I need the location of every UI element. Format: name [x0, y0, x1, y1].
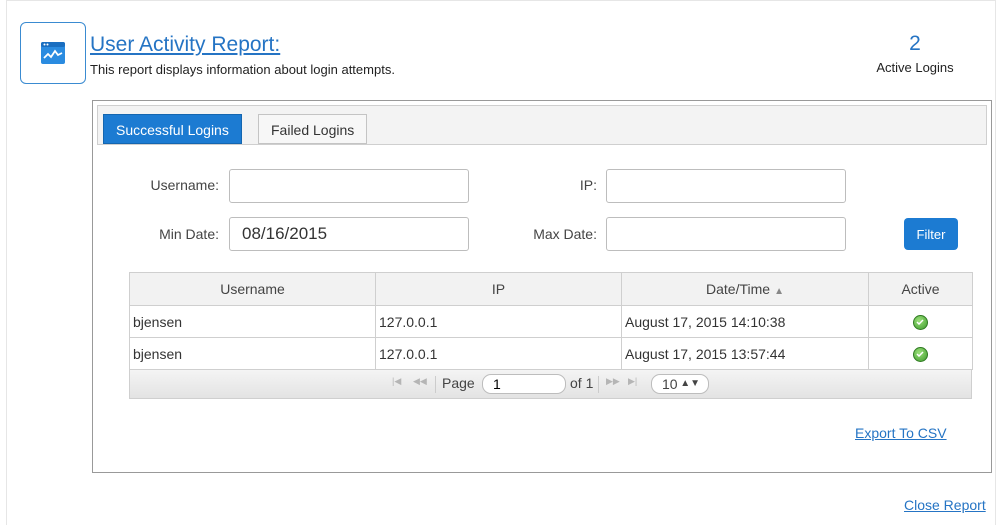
column-header-label: IP	[491, 281, 506, 297]
report-description: This report displays information about l…	[90, 62, 395, 77]
ip-input[interactable]	[606, 169, 846, 203]
sort-icon[interactable]: ▲︎	[774, 286, 784, 297]
cell-username: bjensen	[129, 305, 376, 338]
select-arrows-icon: ▲▼	[680, 378, 700, 389]
pager-divider	[435, 376, 436, 393]
cell-ip: 127.0.0.1	[375, 337, 622, 370]
cell-datetime: August 17, 2015 14:10:38	[621, 305, 869, 338]
report-title[interactable]: User Activity Report:	[90, 33, 280, 57]
active-logins-count: 2	[909, 32, 921, 55]
export-csv-link[interactable]: Export To CSV	[855, 425, 947, 441]
page-label: Page	[442, 375, 475, 391]
column-header-username[interactable]: Username	[129, 272, 376, 306]
page-size-value: 10	[662, 376, 678, 392]
table-row[interactable]: bjensen 127.0.0.1 August 17, 2015 13:57:…	[129, 337, 973, 370]
username-input[interactable]	[229, 169, 469, 203]
active-logins-label: Active Logins	[876, 60, 954, 75]
cell-datetime: August 17, 2015 13:57:44	[621, 337, 869, 370]
cell-ip: 127.0.0.1	[375, 305, 622, 338]
column-header-datetime[interactable]: Date/Time ▲︎	[621, 272, 869, 306]
report-chart-icon	[20, 22, 86, 84]
active-check-icon	[913, 314, 928, 330]
cell-active	[868, 305, 973, 338]
close-report-link[interactable]: Close Report	[904, 497, 986, 513]
next-page-icon[interactable]: ▶▶	[606, 376, 620, 387]
filter-button[interactable]: Filter	[904, 218, 958, 250]
column-header-label: Active	[901, 281, 940, 297]
active-logins-counter: 2 Active Logins	[860, 32, 970, 75]
previous-page-icon[interactable]: ◀◀	[413, 376, 427, 387]
page-size-select[interactable]: 10 ▲▼	[651, 374, 709, 394]
cell-active	[868, 337, 973, 370]
ip-label: IP:	[579, 177, 597, 193]
active-check-icon	[913, 346, 928, 362]
column-header-label: Date/Time	[706, 281, 771, 297]
cell-username: bjensen	[129, 337, 376, 370]
page-count-label: of 1	[570, 375, 594, 391]
tab-bar: Successful Logins Failed Logins	[97, 105, 987, 145]
table-row[interactable]: bjensen 127.0.0.1 August 17, 2015 14:10:…	[129, 305, 973, 338]
table-pager: |◀ ◀◀ Page of 1 ▶▶ ▶| 10 ▲▼	[129, 369, 972, 399]
max-date-input[interactable]	[606, 217, 846, 251]
min-date-label: Min Date:	[159, 226, 219, 242]
report-panel: Successful Logins Failed Logins Username…	[92, 100, 992, 473]
max-date-label: Max Date:	[533, 226, 597, 242]
column-header-label: Username	[220, 281, 285, 297]
table-header-row: Username IP Date/Time ▲︎ Active	[129, 272, 973, 306]
tab-failed-logins[interactable]: Failed Logins	[258, 114, 368, 144]
username-label: Username:	[150, 177, 219, 193]
min-date-input[interactable]	[229, 217, 469, 251]
last-page-icon[interactable]: ▶|	[628, 376, 637, 387]
logins-table: Username IP Date/Time ▲︎ Active bjensen 1…	[129, 272, 973, 370]
column-header-ip[interactable]: IP	[375, 272, 622, 306]
column-header-active[interactable]: Active	[868, 272, 973, 306]
tab-successful-logins[interactable]: Successful Logins	[103, 114, 242, 144]
first-page-icon[interactable]: |◀	[392, 376, 401, 387]
page-number-input[interactable]	[482, 374, 566, 394]
pager-divider	[598, 376, 599, 393]
